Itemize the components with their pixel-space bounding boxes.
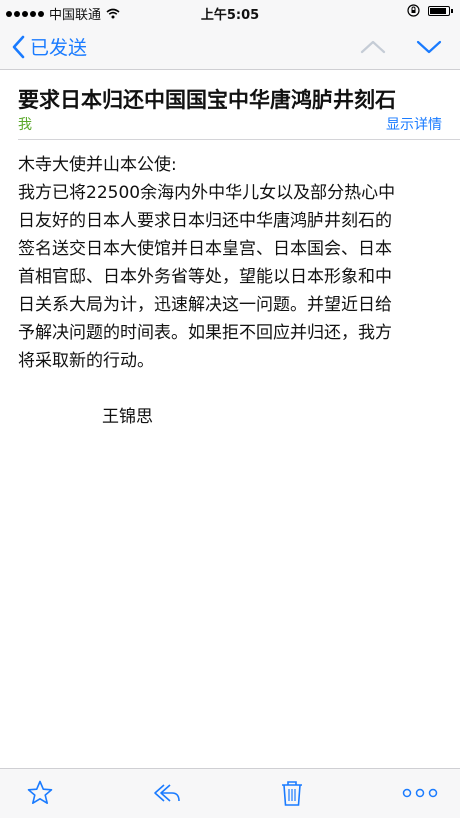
chevron-left-icon bbox=[12, 35, 25, 58]
body-line: 日关系大局为计，迅速解决这一问题。并望近日给 bbox=[18, 295, 392, 315]
more-icon bbox=[402, 788, 438, 798]
status-bar: 中国联通 上午5:05 bbox=[0, 0, 460, 26]
body-line: 予解决问题的时间表。如果拒不回应并归还，我方 bbox=[18, 323, 392, 343]
flag-button[interactable] bbox=[26, 779, 54, 811]
sender-name[interactable]: 我 bbox=[18, 117, 32, 133]
body-line: 将采取新的行动。 bbox=[18, 351, 154, 371]
star-icon bbox=[27, 780, 53, 804]
back-button[interactable]: 已发送 bbox=[12, 33, 87, 60]
email-greeting: 木寺大使并山本公使: bbox=[18, 155, 177, 175]
email-subject: 要求日本归还中国国宝中华唐鸿胪井刻石 bbox=[18, 88, 396, 112]
bottom-toolbar bbox=[0, 768, 460, 818]
delete-button[interactable] bbox=[280, 779, 304, 811]
more-button[interactable] bbox=[402, 779, 438, 811]
body-line: 日友好的日本人要求日本归还中华唐鸿胪井刻石的 bbox=[18, 211, 392, 231]
battery-icon bbox=[428, 5, 453, 16]
reply-icon bbox=[154, 784, 180, 802]
nav-bar: 已发送 bbox=[0, 26, 460, 70]
body-line: 我方已将22500余海内外中华儿女以及部分热心中 bbox=[18, 183, 396, 203]
status-right bbox=[407, 4, 453, 17]
rotation-lock-icon bbox=[407, 4, 420, 17]
header-divider bbox=[18, 139, 460, 140]
email-meta: 我 显示详情 bbox=[18, 114, 442, 134]
email-body: 木寺大使并山本公使: 我方已将22500余海内外中华儿女以及部分热心中 日友好的… bbox=[18, 151, 442, 375]
previous-message-button[interactable] bbox=[360, 35, 386, 63]
show-details-link[interactable]: 显示详情 bbox=[386, 114, 442, 134]
body-line: 签名送交日本大使馆并日本皇宫、日本国会、日本 bbox=[18, 239, 392, 259]
body-line: 首相官邸、日本外务省等处，望能以日本形象和中 bbox=[18, 267, 392, 287]
next-message-button[interactable] bbox=[416, 35, 442, 63]
message-navigation bbox=[360, 35, 442, 63]
back-label: 已发送 bbox=[30, 37, 88, 59]
battery-fill bbox=[430, 7, 447, 14]
chevron-down-icon bbox=[416, 40, 442, 54]
trash-icon bbox=[282, 781, 302, 806]
status-time: 上午5:05 bbox=[200, 8, 260, 23]
email-signature: 王锦思 bbox=[102, 407, 153, 427]
chevron-up-icon bbox=[360, 40, 386, 54]
reply-button[interactable] bbox=[152, 779, 182, 811]
